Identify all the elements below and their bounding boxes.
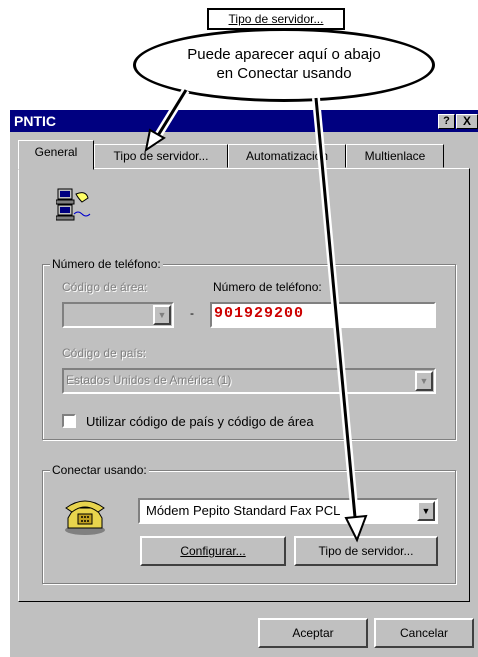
- callout-arrows: [144, 87, 368, 543]
- tab-general[interactable]: General: [18, 140, 94, 170]
